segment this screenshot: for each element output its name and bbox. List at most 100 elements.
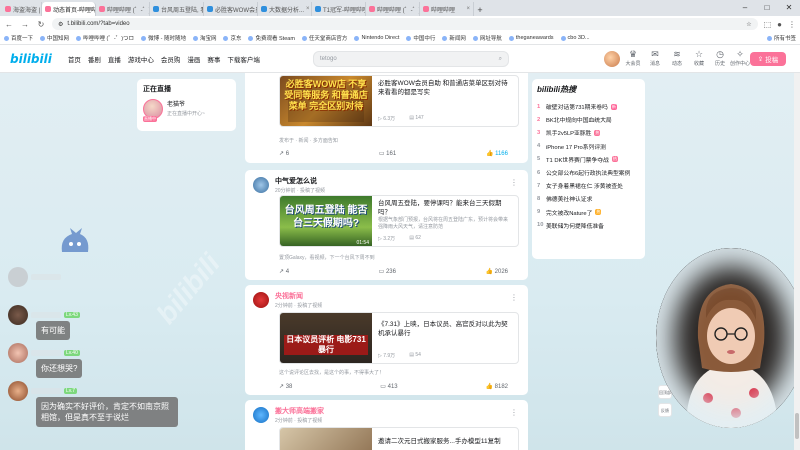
scrollbar-thumb[interactable] <box>795 413 799 439</box>
author-name[interactable]: 央视新闻 <box>275 291 322 301</box>
video-card[interactable]: 日本议员评析 电影731暴行 《7.31》上映，日本议员、高官反对以此为契机承认… <box>279 312 519 364</box>
share-button[interactable]: ↗ 4 <box>279 268 289 275</box>
bookmark-item[interactable]: 任天堂商店官方 <box>301 34 347 42</box>
upload-button[interactable]: ⇪ 投稿 <box>750 52 786 66</box>
like-button[interactable]: 👍 8182 <box>486 383 509 390</box>
browser-tab[interactable]: 必胜客WOW会员卡× <box>204 2 258 16</box>
video-card[interactable]: 必胜客WOW店 不享受同等服务 和普通店菜单 完全区别对待 必胜客WOW会员自助… <box>279 75 519 127</box>
forward-icon[interactable]: → <box>20 20 30 29</box>
browser-tab[interactable]: 哔哩哔哩 × <box>420 2 474 16</box>
nav-item-live[interactable]: 直播 <box>108 54 121 64</box>
creator-center-link[interactable]: ✧ 创作中心 <box>729 49 751 67</box>
hot-search-item[interactable]: 9 完文被改Nature了热 <box>537 206 640 219</box>
share-button[interactable]: ↗ 6 <box>279 150 289 157</box>
more-options-icon[interactable]: ⋮ <box>510 178 518 187</box>
author-avatar[interactable] <box>253 177 269 193</box>
video-title[interactable]: 必胜客WOW会员自助 和普通店菜单区别对待 来看看的都是写实 <box>378 80 512 97</box>
new-tab-icon[interactable]: + <box>474 4 486 16</box>
close-tab-icon[interactable]: × <box>466 6 470 12</box>
browser-tab[interactable]: 台风周五登陆, 看是× <box>150 2 204 16</box>
video-thumbnail[interactable]: 台风周五登陆 能否台三天假期吗? 01:54 <box>280 196 372 246</box>
nav-item-games[interactable]: 游戏中心 <box>128 54 154 64</box>
minimize-icon[interactable]: – <box>734 0 756 16</box>
hot-search-item[interactable]: 8 佛德美社神认证求 <box>537 192 640 205</box>
hot-search-item[interactable]: 7 女子身着黑裙在仁 涉黄被查处 <box>537 179 640 192</box>
favorites-link[interactable]: ☆ 收藏 <box>688 49 710 67</box>
address-bar[interactable]: ⚙ t.bilibili.com/?tab=video ☆ <box>52 18 758 30</box>
hot-search-item[interactable]: 3 凯手2v5LP亚豚胜热 <box>537 126 640 139</box>
search-box[interactable]: tetogo ⌕ <box>313 51 509 67</box>
video-thumbnail[interactable]: 必胜客WOW店 不享受同等服务 和普通店菜单 完全区别对待 <box>280 76 372 126</box>
nav-item-download[interactable]: 下载客户端 <box>227 54 260 64</box>
bookmark-star-icon[interactable]: ☆ <box>746 21 751 28</box>
close-tab-icon[interactable]: × <box>306 6 310 12</box>
feedback-button[interactable]: 反馈 <box>658 403 672 417</box>
hot-search-item[interactable]: 6 公交部公布6起行政执法典型案例 <box>537 166 640 179</box>
close-window-icon[interactable]: ✕ <box>778 0 800 16</box>
bookmark-item[interactable]: 淘宝网 <box>192 34 216 42</box>
extensions-icon[interactable]: ⬚ <box>764 20 772 29</box>
reload-icon[interactable]: ↻ <box>36 20 46 29</box>
nav-item-esports[interactable]: 赛事 <box>207 54 220 64</box>
nav-item-mall[interactable]: 会员购 <box>161 54 181 64</box>
bookmark-item[interactable]: 京东 <box>223 34 241 42</box>
search-icon[interactable]: ⌕ <box>499 56 502 63</box>
menu-icon[interactable]: ⋮ <box>788 20 796 29</box>
comment-button[interactable]: ▭ 413 <box>380 383 397 390</box>
site-info-icon[interactable]: ⚙ <box>58 21 63 28</box>
video-title[interactable]: 台风周五登陆，要停课吗？能来台三天假期吗？ <box>378 200 512 217</box>
nav-item-anime[interactable]: 番剧 <box>88 54 101 64</box>
video-thumbnail[interactable] <box>280 428 372 450</box>
browser-tab[interactable]: 哔哩哔哩 (゜-゜)つロ× <box>96 2 150 16</box>
author-avatar[interactable] <box>253 292 269 308</box>
author-avatar[interactable] <box>253 407 269 423</box>
browser-tab[interactable]: T1冠军-哔哩哔哩× <box>312 2 366 16</box>
video-card[interactable]: 邀请二次元日式搬家服务...手办模型11复制 <box>279 427 519 450</box>
browser-tab[interactable]: 大数据分析... × <box>258 2 312 16</box>
back-icon[interactable]: ← <box>4 20 14 29</box>
history-link[interactable]: ◷ 历史 <box>709 49 731 67</box>
hot-search-item[interactable]: 2 BK北中规向中国血统大局 <box>537 113 640 126</box>
bookmark-item[interactable]: 中国知网 <box>40 34 69 42</box>
bookmark-item[interactable]: 新闻网 <box>442 34 466 42</box>
vip-link[interactable]: ♛ 大会员 <box>622 49 644 67</box>
all-bookmarks[interactable]: 所有书签 <box>766 34 796 42</box>
bookmark-item[interactable]: 中国中行 <box>406 34 435 42</box>
video-title[interactable]: 《7.31》上映，日本议员、高官反对以此为契机承认暴行 <box>378 321 512 338</box>
nav-item-manga[interactable]: 漫画 <box>187 54 200 64</box>
like-button[interactable]: 👍 1166 <box>486 150 508 157</box>
bookmark-item[interactable]: 免费观看 Steam <box>248 34 295 42</box>
bookmark-item[interactable]: 哔哩哔哩 (゜-゜)つロ <box>76 34 134 42</box>
dynamics-link[interactable]: ≋ 动态 <box>666 49 688 67</box>
author-name[interactable]: 中气爱怎么说 <box>275 176 325 186</box>
bookmark-item[interactable]: 微博 - 随时随地 <box>141 34 186 42</box>
messages-link[interactable]: ✉ 消息 <box>644 49 666 67</box>
hot-search-item[interactable]: 10 美联储为何提降低准备 <box>537 219 640 232</box>
author-name[interactable]: 搬大师高端搬家 <box>275 406 324 416</box>
bookmark-item[interactable]: theganeawards <box>508 35 554 41</box>
comment-button[interactable]: ▭ 236 <box>379 268 396 275</box>
search-input[interactable]: tetogo <box>320 56 499 62</box>
user-avatar[interactable] <box>604 51 620 67</box>
nav-item-home[interactable]: 首页 <box>68 54 81 64</box>
browser-tab-active[interactable]: 动态首页-哔哩哔哩× <box>42 2 96 16</box>
video-title[interactable]: 邀请二次元日式搬家服务...手办模型11复制 <box>378 438 512 447</box>
bookmark-item[interactable]: 网址导航 <box>472 34 502 42</box>
video-thumbnail[interactable]: 日本议员评析 电影731暴行 <box>280 313 372 363</box>
video-card[interactable]: 台风周五登陆 能否台三天假期吗? 01:54 台风周五登陆，要停课吗？能来台三天… <box>279 195 519 247</box>
more-options-icon[interactable]: ⋮ <box>510 408 518 417</box>
bookmark-item[interactable]: 百度一下 <box>4 34 33 42</box>
hot-search-item[interactable]: 4 iPhone 17 Pro系列评测 <box>537 140 640 153</box>
bookmark-item[interactable]: cbo 3D... <box>560 35 590 41</box>
like-button[interactable]: 👍 2026 <box>486 268 509 275</box>
maximize-icon[interactable]: □ <box>756 0 778 16</box>
browser-tab[interactable]: 海盗海盗 | 飞~ 个种~× <box>2 2 42 16</box>
more-options-icon[interactable]: ⋮ <box>510 293 518 302</box>
hot-search-item[interactable]: 5 T1 DK世界赛门票争夺战热 <box>537 153 640 166</box>
profile-icon[interactable]: ● <box>777 20 782 29</box>
browser-tab[interactable]: 哔哩哔哩 (゜-゜)つロ× <box>366 2 420 16</box>
bilibili-logo[interactable]: bilibili <box>10 52 52 66</box>
comment-button[interactable]: ▭ 161 <box>379 150 396 157</box>
bookmark-item[interactable]: Nintendo Direct <box>354 35 399 41</box>
share-button[interactable]: ↗ 38 <box>279 383 292 390</box>
